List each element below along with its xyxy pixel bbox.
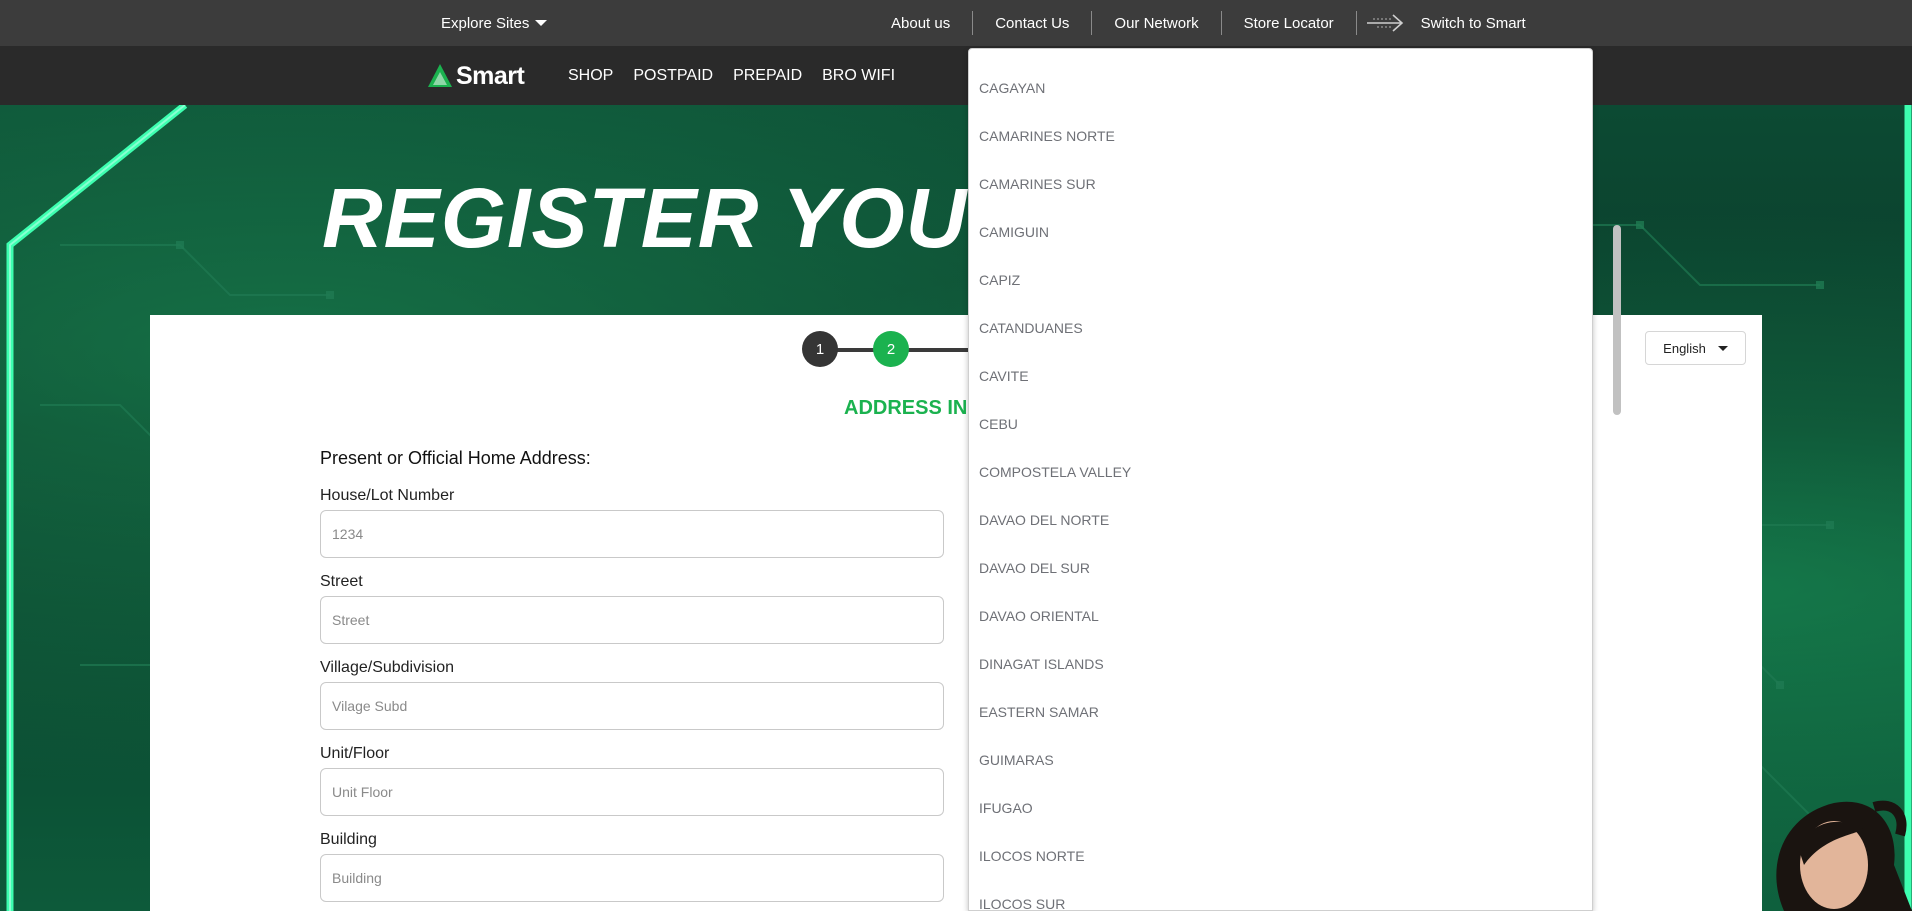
street-label: Street [320,573,363,590]
building-input[interactable] [320,854,944,902]
village-subdivision-input[interactable] [320,682,944,730]
province-option[interactable]: IFUGAO [979,800,1033,816]
village-subdivision-label: Village/Subdivision [320,659,455,676]
province-option[interactable]: CAGAYAN [979,80,1045,96]
province-dropdown-list[interactable]: CAGAYAN CAMARINES NORTE CAMARINES SUR CA… [968,48,1593,911]
province-option[interactable]: ILOCOS NORTE [979,848,1085,864]
smart-logo-icon [428,64,452,87]
utility-links: About us Contact Us Our Network Store Lo… [875,0,1526,46]
building-label: Building [320,831,377,848]
street-input[interactable] [320,596,944,644]
explore-sites-label: Explore Sites [441,14,530,32]
province-option[interactable]: DINAGAT ISLANDS [979,656,1104,672]
province-option[interactable]: CAPIZ [979,272,1020,288]
nav-postpaid[interactable]: POSTPAID [633,67,713,85]
switch-to-smart-label: Switch to Smart [1420,14,1526,32]
province-option[interactable]: GUIMARAS [979,752,1054,768]
switch-to-smart-link[interactable]: Switch to Smart [1357,11,1526,35]
nav-prepaid[interactable]: PREPAID [733,67,802,85]
section-title: ADDRESS INF [844,397,980,419]
unit-floor-label: Unit/Floor [320,745,390,762]
province-option[interactable]: CATANDUANES [979,320,1083,336]
province-option[interactable]: DAVAO DEL NORTE [979,512,1109,528]
province-option[interactable]: DAVAO DEL SUR [979,560,1090,576]
chevron-down-icon [535,20,548,26]
province-option[interactable]: CAMARINES NORTE [979,128,1115,144]
address-heading: Present or Official Home Address: [320,448,591,468]
main-nav: Smart SHOP POSTPAID PREPAID BRO WIFI [0,46,1912,105]
province-option[interactable]: CAMIGUIN [979,224,1049,240]
province-option[interactable]: CAVITE [979,368,1029,384]
province-option[interactable]: ILOCOS SUR [979,896,1065,910]
house-lot-label: House/Lot Number [320,487,455,504]
about-us-link[interactable]: About us [875,11,974,35]
explore-sites-menu[interactable]: Explore Sites [441,0,548,46]
model-photo [1776,800,1912,911]
step-1-indicator: 1 [802,331,838,367]
primary-menu: SHOP POSTPAID PREPAID BRO WIFI [568,46,895,105]
nav-bro-wifi[interactable]: BRO WIFI [822,67,895,85]
switch-arrow-icon [1366,14,1403,32]
language-select-value: English [1663,340,1706,356]
province-option[interactable]: DAVAO ORIENTAL [979,608,1099,624]
province-option[interactable]: COMPOSTELA VALLEY [979,464,1131,480]
contact-us-link[interactable]: Contact Us [973,11,1093,35]
nav-shop[interactable]: SHOP [568,67,613,85]
utility-bar: Explore Sites About us Contact Us Our Ne… [0,0,1912,46]
dropdown-scrollbar-thumb[interactable] [1613,225,1621,415]
smart-logo[interactable]: Smart [427,61,525,90]
province-option[interactable]: EASTERN SAMAR [979,704,1099,720]
language-select[interactable]: English [1645,331,1746,365]
province-option[interactable]: CEBU [979,416,1018,432]
province-option[interactable]: CAMARINES SUR [979,176,1096,192]
house-lot-input[interactable] [320,510,944,558]
our-network-link[interactable]: Our Network [1092,11,1222,35]
unit-floor-input[interactable] [320,768,944,816]
store-locator-link[interactable]: Store Locator [1222,11,1357,35]
smart-logo-text: Smart [456,61,525,90]
step-2-indicator: 2 [873,331,909,367]
chevron-down-icon [1717,345,1728,351]
